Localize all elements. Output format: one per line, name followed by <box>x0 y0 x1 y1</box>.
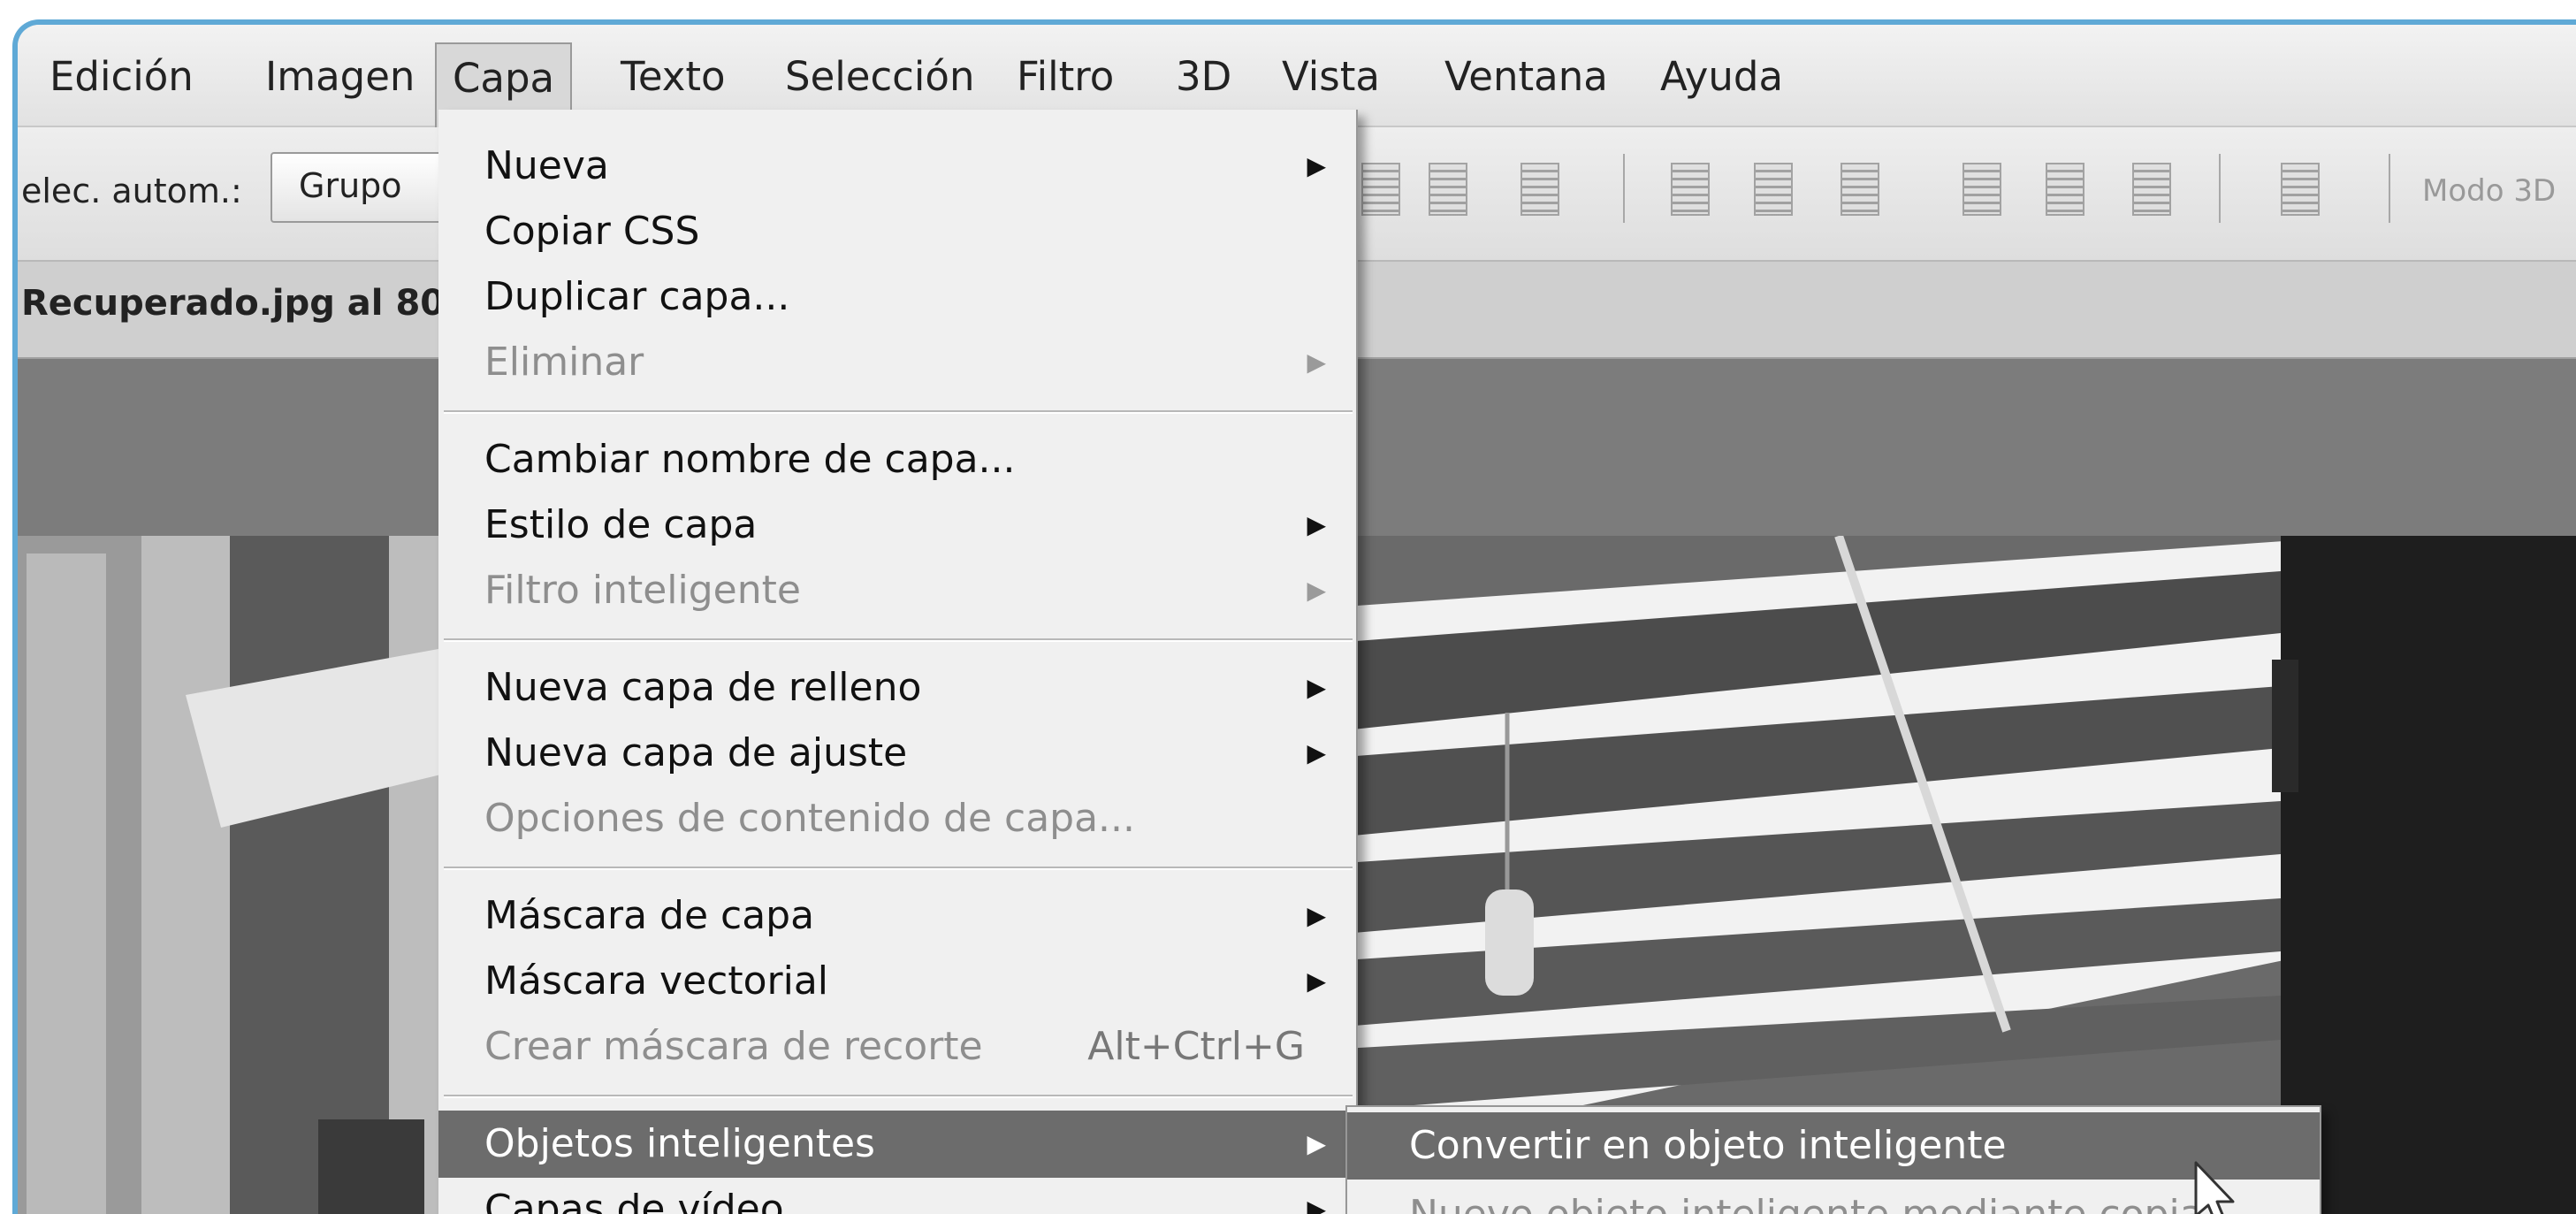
capa-menu: Nueva ▶ Copiar CSS Duplicar capa... Elimi… <box>438 110 1358 1214</box>
distribute-left-icon[interactable] <box>1962 163 2001 216</box>
menu-seleccion[interactable]: Selección <box>769 50 990 104</box>
menu-item-nueva-capa-de-relleno[interactable]: Nueva capa de relleno ▶ <box>438 654 1356 722</box>
menu-separator <box>444 638 1353 642</box>
menu-separator <box>444 410 1353 414</box>
menu-item-estilo-de-capa[interactable]: Estilo de capa ▶ <box>438 492 1356 559</box>
menu-filtro[interactable]: Filtro <box>1001 50 1130 104</box>
menu-edicion[interactable]: Edición <box>34 50 210 104</box>
submenu-arrow-icon: ▶ <box>1307 510 1326 539</box>
menu-separator <box>444 1095 1353 1098</box>
document-tab-title[interactable]: Recuperado.jpg al 80.6 <box>21 283 483 324</box>
menu-item-cambiar-nombre[interactable]: Cambiar nombre de capa... <box>438 426 1356 493</box>
menu-item-objetos-inteligentes[interactable]: Objetos inteligentes ▶ <box>438 1111 1356 1178</box>
menu-vista[interactable]: Vista <box>1266 50 1396 104</box>
mode-3d-label: Modo 3D <box>2422 173 2557 209</box>
toolbar-divider <box>2219 154 2221 223</box>
menu-item-copiar-css[interactable]: Copiar CSS <box>438 198 1356 265</box>
auto-align-layers-icon[interactable] <box>2281 163 2320 216</box>
auto-select-dropdown[interactable]: Grupo <box>271 152 451 223</box>
menu-item-nueva[interactable]: Nueva ▶ <box>438 133 1356 200</box>
menu-ventana[interactable]: Ventana <box>1429 50 1624 104</box>
menu-item-mascara-de-capa[interactable]: Máscara de capa ▶ <box>438 882 1356 950</box>
submenu-arrow-icon: ▶ <box>1307 1129 1326 1158</box>
submenu-arrow-icon: ▶ <box>1307 673 1326 702</box>
menu-item-crear-mascara-de-recorte[interactable]: Crear máscara de recorte Alt+Ctrl+G <box>438 1013 1356 1080</box>
smart-objects-submenu: Convertir en objeto inteligente Nuevo ob… <box>1345 1105 2321 1214</box>
menu-item-mascara-vectorial[interactable]: Máscara vectorial ▶ <box>438 948 1356 1015</box>
menu-texto[interactable]: Texto <box>605 50 742 104</box>
menu-item-filtro-inteligente[interactable]: Filtro inteligente ▶ <box>438 557 1356 624</box>
shortcut-label: Alt+Ctrl+G <box>1087 1024 1305 1069</box>
mouse-pointer-icon <box>2194 1161 2235 1214</box>
menu-item-duplicar-capa[interactable]: Duplicar capa... <box>438 263 1356 331</box>
menu-ayuda[interactable]: Ayuda <box>1644 50 1799 104</box>
align-bottom-icon[interactable] <box>1520 163 1559 216</box>
toolbar-divider <box>2389 154 2390 223</box>
menu-separator <box>444 867 1353 870</box>
distribute-bottom-icon[interactable] <box>1841 163 1879 216</box>
submenu-arrow-icon: ▶ <box>1307 966 1326 996</box>
submenu-arrow-icon: ▶ <box>1307 901 1326 930</box>
align-top-icon[interactable] <box>1361 163 1400 216</box>
menu-imagen[interactable]: Imagen <box>249 50 431 104</box>
distribute-vertical-center-icon[interactable] <box>1754 163 1793 216</box>
menu-item-convertir-en-objeto-inteligente[interactable]: Convertir en objeto inteligente <box>1347 1112 2320 1180</box>
menu-item-nuevo-objeto-mediante-copia[interactable]: Nuevo objeto inteligente mediante copia <box>1347 1181 2320 1214</box>
submenu-arrow-icon: ▶ <box>1307 151 1326 180</box>
auto-select-value: Grupo <box>299 166 402 205</box>
distribute-horizontal-center-icon[interactable] <box>2046 163 2084 216</box>
menu-item-opciones-de-contenido[interactable]: Opciones de contenido de capa... <box>438 785 1356 852</box>
menu-item-eliminar[interactable]: Eliminar ▶ <box>438 329 1356 396</box>
toolbar-divider <box>1623 154 1625 223</box>
submenu-arrow-icon: ▶ <box>1307 347 1326 377</box>
distribute-right-icon[interactable] <box>2132 163 2171 216</box>
auto-select-label: elec. autom.: <box>21 172 242 210</box>
distribute-top-icon[interactable] <box>1671 163 1710 216</box>
menu-item-nueva-capa-de-ajuste[interactable]: Nueva capa de ajuste ▶ <box>438 720 1356 787</box>
align-vertical-center-icon[interactable] <box>1429 163 1467 216</box>
photoshop-window: Edición Imagen Capa Texto Selección Filt… <box>12 19 2576 1214</box>
menu-3d[interactable]: 3D <box>1160 50 1247 104</box>
submenu-arrow-icon: ▶ <box>1307 576 1326 605</box>
submenu-arrow-icon: ▶ <box>1307 738 1326 767</box>
